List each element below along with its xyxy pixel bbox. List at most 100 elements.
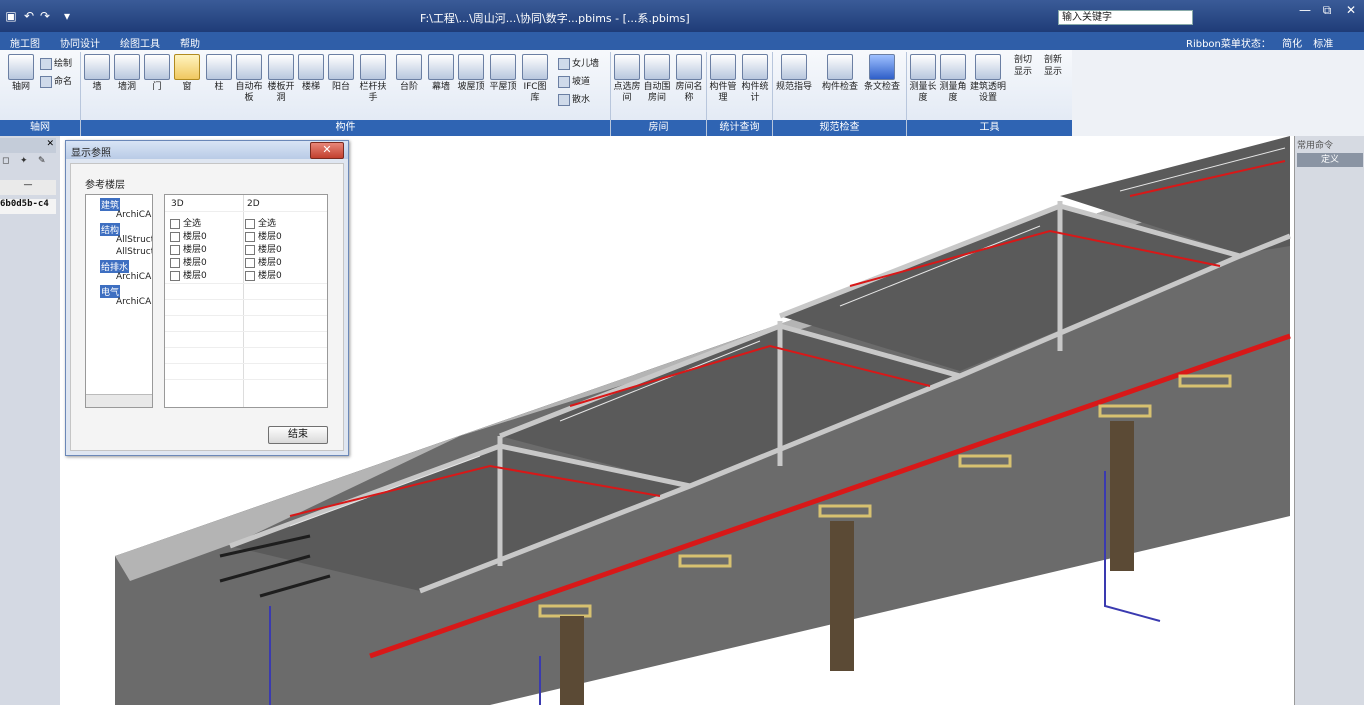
tree-leaf[interactable]: ArchiCAD <box>116 297 152 307</box>
parapet-icon <box>558 57 570 70</box>
search-input[interactable]: 输入关键字 <box>1058 10 1193 25</box>
maximize-button[interactable]: ⧉ <box>1318 3 1336 17</box>
tool-slab-opening[interactable]: 楼板开洞 <box>266 54 296 104</box>
redo-icon[interactable]: ↷ <box>38 9 52 23</box>
tool-column[interactable]: 柱 <box>204 54 234 93</box>
tool-auto-slab[interactable]: 自动布板 <box>234 54 264 104</box>
tool-door[interactable]: 门 <box>142 54 172 93</box>
tool-balcony[interactable]: 阳台 <box>326 54 356 93</box>
menu-drawing-tools[interactable]: 绘图工具 <box>120 35 160 50</box>
checkbox-2d-floor[interactable]: 楼层0 <box>245 242 282 255</box>
railing-icon <box>360 54 386 80</box>
close-button[interactable]: ✕ <box>1342 3 1360 17</box>
tool-wall[interactable]: 墙 <box>82 54 112 93</box>
tool-code-guide[interactable]: 规范指导 <box>774 54 814 93</box>
quick-access-dropdown-icon[interactable]: ▾ <box>60 9 74 23</box>
command-define[interactable]: 定义 <box>1297 153 1363 167</box>
tool-ifc-library[interactable]: IFC图库 <box>520 54 550 104</box>
menu-construction-drawing[interactable]: 施工图 <box>10 35 40 50</box>
checkbox-2d-floor[interactable]: 楼层0 <box>245 268 282 281</box>
frame-icon[interactable]: ◻ <box>2 156 9 166</box>
door-icon <box>144 54 170 80</box>
tool-room-name[interactable]: 房间名称 <box>674 54 704 104</box>
tool-component-check[interactable]: 构件检查 <box>820 54 860 93</box>
left-panel-minus[interactable]: — <box>0 180 56 195</box>
tool-name[interactable]: 命名 <box>40 74 72 88</box>
checkbox-3d-floor[interactable]: 楼层0 <box>170 255 207 268</box>
pin-icon[interactable]: ✎ <box>38 156 46 166</box>
tool-section-display[interactable]: 剖切显示 <box>1014 54 1036 78</box>
tool-component-management[interactable]: 构件管理 <box>708 54 738 104</box>
menu-help[interactable]: 帮助 <box>180 35 200 50</box>
left-panel-id: 6b0d5b-c4 <box>0 199 56 214</box>
checkbox-icon[interactable] <box>170 218 180 229</box>
grid-line <box>165 363 327 364</box>
tool-railing[interactable]: 栏杆扶手 <box>358 54 388 104</box>
clause-check-icon <box>869 54 895 80</box>
checkbox-2d-floor[interactable]: 楼层0 <box>245 255 282 268</box>
wall-opening-icon <box>114 54 140 80</box>
tool-section-new-display[interactable]: 剖新显示 <box>1044 54 1066 78</box>
tool-step[interactable]: 台阶 <box>394 54 424 93</box>
ribbon-state-standard[interactable]: 标准 <box>1313 39 1333 50</box>
tool-measure-angle[interactable]: 测量角度 <box>938 54 968 104</box>
dialog-close-button[interactable]: ✕ <box>310 142 344 159</box>
component-management-icon <box>710 54 736 80</box>
grid-line <box>165 347 327 348</box>
checkbox-icon[interactable] <box>245 218 255 229</box>
tool-clause-check[interactable]: 条文检查 <box>862 54 902 93</box>
window-icon <box>174 54 200 80</box>
checkbox-icon[interactable] <box>245 231 255 242</box>
checkbox-icon[interactable] <box>170 244 180 255</box>
checkbox-2d-select-all[interactable]: 全选 <box>245 216 276 229</box>
checkbox-icon[interactable] <box>245 244 255 255</box>
dialog-titlebar[interactable]: 显示参照 ✕ <box>66 141 348 159</box>
group-label-tools: 工具 <box>907 120 1072 136</box>
checkbox-icon[interactable] <box>245 270 255 281</box>
menu-collaborative-design[interactable]: 协同设计 <box>60 35 100 50</box>
tool-parapet[interactable]: 女儿墙 <box>558 56 599 70</box>
tree-leaf[interactable]: ArchiCAD <box>116 210 152 220</box>
checkbox-icon[interactable] <box>245 257 255 268</box>
ribbon-state-simple[interactable]: 简化 <box>1282 39 1302 50</box>
tree-leaf[interactable]: AllStruct <box>116 247 152 257</box>
tool-pitched-roof[interactable]: 坡屋顶 <box>456 54 486 93</box>
tool-draw[interactable]: 绘制 <box>40 56 72 70</box>
step-icon <box>396 54 422 80</box>
tree-scrollbar[interactable] <box>86 394 152 407</box>
tool-auto-room[interactable]: 自动围房间 <box>642 54 672 104</box>
tool-apron[interactable]: 散水 <box>558 92 590 106</box>
checkbox-icon[interactable] <box>170 257 180 268</box>
tool-building-transparency[interactable]: 建筑透明设置 <box>968 54 1008 104</box>
tree-leaf[interactable]: ArchiCAD <box>116 272 152 282</box>
checkbox-3d-floor[interactable]: 楼层0 <box>170 242 207 255</box>
flat-roof-icon <box>490 54 516 80</box>
grid-line <box>165 211 327 212</box>
tool-pick-room[interactable]: 点选房间 <box>612 54 642 104</box>
tool-axis-grid[interactable]: 轴网 <box>6 54 36 93</box>
tool-curtain-wall[interactable]: 幕墙 <box>426 54 456 93</box>
tool-ramp[interactable]: 坡道 <box>558 74 590 88</box>
discipline-tree[interactable]: 建筑 ArchiCAD 结构 AllStruct AllStruct 给排水 A… <box>85 194 153 408</box>
finish-button[interactable]: 结束 <box>268 426 328 444</box>
minimize-button[interactable]: — <box>1296 3 1314 17</box>
tool-component-statistics[interactable]: 构件统计 <box>740 54 770 104</box>
snap-icon[interactable]: ✦ <box>20 156 28 166</box>
checkbox-3d-floor[interactable]: 楼层0 <box>170 229 207 242</box>
checkbox-icon[interactable] <box>170 231 180 242</box>
checkbox-3d-select-all[interactable]: 全选 <box>170 216 201 229</box>
tool-window[interactable]: 窗 <box>172 54 202 93</box>
tool-flat-roof[interactable]: 平屋顶 <box>488 54 518 93</box>
tree-leaf[interactable]: AllStruct <box>116 235 152 245</box>
tool-measure-length[interactable]: 测量长度 <box>908 54 938 104</box>
checkbox-icon[interactable] <box>170 270 180 281</box>
undo-icon[interactable]: ↶ <box>22 9 36 23</box>
checkbox-3d-floor[interactable]: 楼层0 <box>170 268 207 281</box>
draw-icon <box>40 57 52 70</box>
ribbon-state-label: Ribbon菜单状态： <box>1186 39 1271 50</box>
checkbox-2d-floor[interactable]: 楼层0 <box>245 229 282 242</box>
close-icon[interactable]: ✕ <box>46 139 54 149</box>
ramp-icon <box>558 75 570 88</box>
tool-wall-opening[interactable]: 墙洞 <box>112 54 142 93</box>
tool-stairs[interactable]: 楼梯 <box>296 54 326 93</box>
